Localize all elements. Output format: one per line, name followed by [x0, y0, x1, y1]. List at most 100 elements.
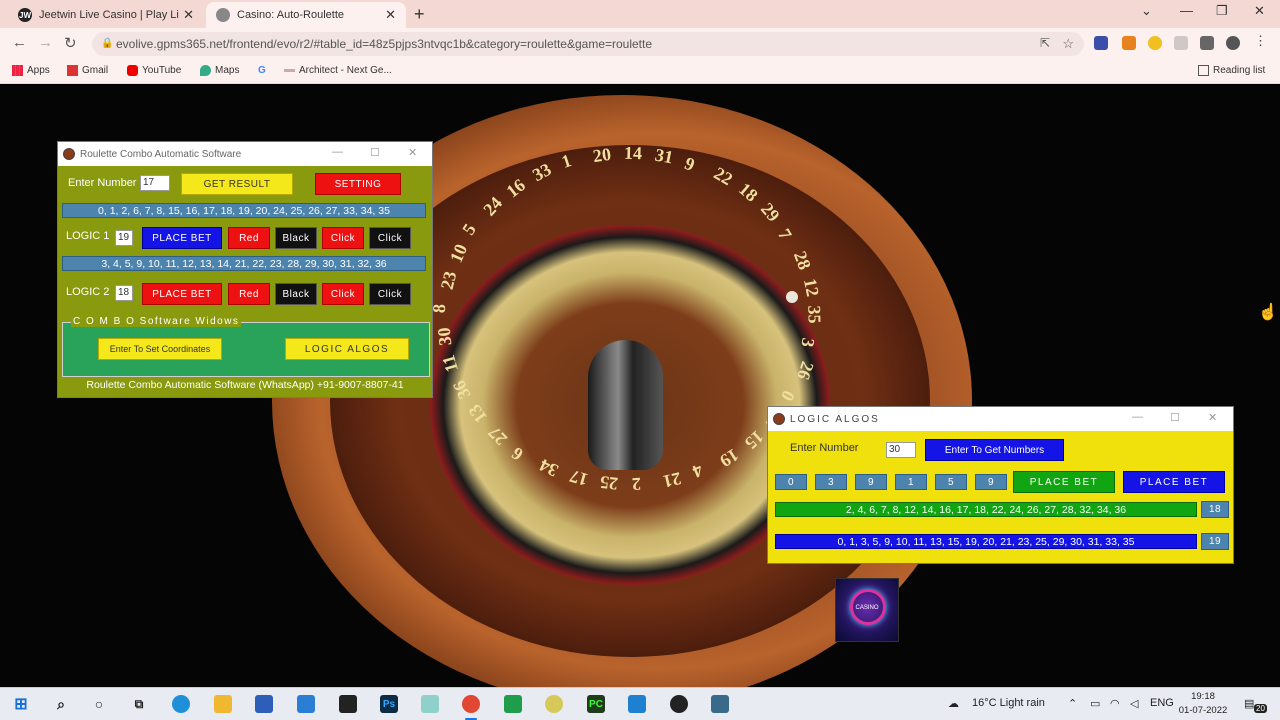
app-window-icon[interactable] [711, 695, 729, 713]
enter-number-input[interactable]: 17 [140, 175, 170, 191]
cortana-circle-icon[interactable]: ○ [90, 695, 108, 713]
reload-icon[interactable]: ↻ [64, 34, 77, 52]
digit-box: 3 [815, 474, 847, 490]
search-icon[interactable]: ⌕ [52, 695, 70, 713]
weather-cloud-icon[interactable]: ☁ [948, 697, 959, 710]
maximize-icon[interactable]: ❐ [1216, 3, 1228, 19]
store-icon[interactable] [255, 695, 273, 713]
logic1-click-red-button[interactable]: Click [322, 227, 364, 249]
reading-list[interactable]: Reading list [1198, 65, 1265, 76]
menu-kebab-icon[interactable]: ⋮ [1254, 33, 1268, 48]
pycharm-icon[interactable]: PC [587, 695, 605, 713]
extension-gauge-icon[interactable] [1148, 36, 1162, 50]
tab-close-icon[interactable]: ✕ [183, 7, 194, 23]
new-tab-plus-icon[interactable]: + [414, 4, 425, 25]
minimize-icon[interactable]: — [1132, 411, 1145, 423]
window-titlebar: Roulette Combo Automatic Software — ☐ ✕ [58, 142, 432, 166]
task-view-icon[interactable]: ⧉ [130, 695, 148, 713]
logic-algos-button[interactable]: LOGIC ALGOS [285, 338, 409, 360]
bookmark-architect[interactable]: Architect - Next Ge... [284, 65, 392, 76]
logic1-red-button[interactable]: Red [228, 227, 270, 249]
tray-chevron-icon[interactable]: ⌃ [1068, 697, 1077, 710]
network-icon[interactable]: ▭ [1090, 697, 1100, 710]
metamask-fox-icon[interactable] [1122, 36, 1136, 50]
app-green-icon[interactable] [504, 695, 522, 713]
maximize-icon[interactable]: ☐ [370, 146, 380, 159]
reading-list-icon [1198, 65, 1209, 76]
get-numbers-button[interactable]: Enter To Get Numbers [925, 439, 1064, 461]
minimize-icon[interactable]: — [332, 146, 343, 158]
logic2-label: LOGIC 2 [66, 286, 110, 298]
notification-icon[interactable]: ▤ [1244, 697, 1254, 710]
profile-avatar-icon[interactable] [1226, 36, 1240, 50]
logic2-click-black-button[interactable]: Click [369, 283, 411, 305]
close-icon[interactable]: ✕ [1208, 411, 1219, 424]
app-dark-icon[interactable] [339, 695, 357, 713]
volume-icon[interactable]: ◁ [1130, 697, 1138, 710]
google-g-icon[interactable]: G [258, 65, 266, 76]
forward-arrow-icon[interactable]: → [38, 34, 53, 51]
system-clock[interactable]: 19:18 01-07-2022 [1178, 690, 1228, 718]
setting-button[interactable]: SETTING [315, 173, 401, 195]
logic1-click-black-button[interactable]: Click [369, 227, 411, 249]
app-circle-icon[interactable] [670, 695, 688, 713]
logic-algos-window: LOGIC ALGOS — ☐ ✕ Enter Number 30 Enter … [767, 406, 1234, 564]
app-teal-icon[interactable] [421, 695, 439, 713]
tab-title: Jeetwin Live Casino | Play Live Ro [39, 9, 179, 21]
wifi-icon[interactable]: ◠ [1110, 697, 1120, 710]
bookmark-star-icon[interactable]: ☆ [1062, 36, 1074, 52]
tab-close-icon[interactable]: ✕ [385, 7, 396, 23]
share-icon[interactable]: ⇱ [1040, 36, 1050, 50]
logic1-place-bet-button[interactable]: PLACE BET [142, 227, 222, 249]
extension-icon[interactable] [1094, 36, 1108, 50]
bookmark-apps[interactable]: Apps [12, 65, 50, 76]
logic1-count: 19 [115, 230, 133, 246]
maximize-icon[interactable]: ☐ [1170, 411, 1182, 424]
close-icon[interactable]: ✕ [408, 146, 417, 159]
tab-jeetwin[interactable]: JW Jeetwin Live Casino | Play Live Ro ✕ [8, 2, 204, 28]
photoshop-icon[interactable]: Ps [380, 695, 398, 713]
puzzle-icon[interactable] [1200, 36, 1214, 50]
tab-casino-auto-roulette[interactable]: Casino: Auto-Roulette ✕ [206, 2, 406, 28]
mouse-cursor-icon: ☝ [1258, 304, 1278, 321]
extension-hand-icon[interactable] [1174, 36, 1188, 50]
get-result-button[interactable]: GET RESULT [181, 173, 293, 195]
logic2-black-button[interactable]: Black [275, 283, 317, 305]
blue-count: 19 [1201, 533, 1229, 550]
place-bet-green-button[interactable]: PLACE BET [1013, 471, 1115, 493]
window-title: LOGIC ALGOS [790, 413, 880, 425]
weather-text[interactable]: 16°C Light rain [972, 697, 1045, 709]
vscode-icon[interactable] [628, 695, 646, 713]
logic2-red-button[interactable]: Red [228, 283, 270, 305]
maps-pin-icon [200, 65, 211, 76]
close-window-icon[interactable]: ✕ [1254, 3, 1265, 19]
mail-icon[interactable] [297, 695, 315, 713]
tab-search-chevron-icon[interactable]: ⌄ [1141, 3, 1152, 19]
enter-number-input[interactable]: 30 [886, 442, 916, 458]
jeetwin-favicon-icon: JW [18, 8, 32, 22]
digit-box: 9 [855, 474, 887, 490]
app-yellow-icon[interactable] [545, 695, 563, 713]
logic1-black-button[interactable]: Black [275, 227, 317, 249]
language-indicator[interactable]: ENG [1150, 697, 1174, 709]
logic2-click-red-button[interactable]: Click [322, 283, 364, 305]
url-field[interactable]: 🔒 evolive.gpms365.net/frontend/evo/r2/#t… [92, 32, 1084, 56]
bookmark-youtube[interactable]: YouTube [127, 65, 181, 76]
wheel-pocket-number: 25 [599, 472, 620, 494]
logic2-count: 18 [115, 285, 133, 301]
logic2-place-bet-button[interactable]: PLACE BET [142, 283, 222, 305]
roulette-combo-software-window: Roulette Combo Automatic Software — ☐ ✕ … [57, 141, 433, 398]
chrome-icon[interactable] [462, 695, 480, 713]
roulette-app-icon [63, 148, 75, 160]
place-bet-blue-button[interactable]: PLACE BET [1123, 471, 1225, 493]
logic2-numbers-strip: 3, 4, 5, 9, 10, 11, 12, 13, 14, 21, 22, … [62, 256, 426, 271]
bookmark-maps[interactable]: Maps [200, 65, 239, 76]
edge-browser-icon[interactable] [172, 695, 190, 713]
set-coordinates-button[interactable]: Enter To Set Coordinates [98, 338, 222, 360]
file-explorer-icon[interactable] [214, 695, 232, 713]
bookmark-gmail[interactable]: Gmail [67, 65, 108, 76]
window-title: Roulette Combo Automatic Software [80, 148, 242, 160]
back-arrow-icon[interactable]: ← [12, 34, 27, 51]
windows-start-icon[interactable]: ⊞ [12, 695, 30, 713]
minimize-icon[interactable]: — [1180, 3, 1193, 18]
